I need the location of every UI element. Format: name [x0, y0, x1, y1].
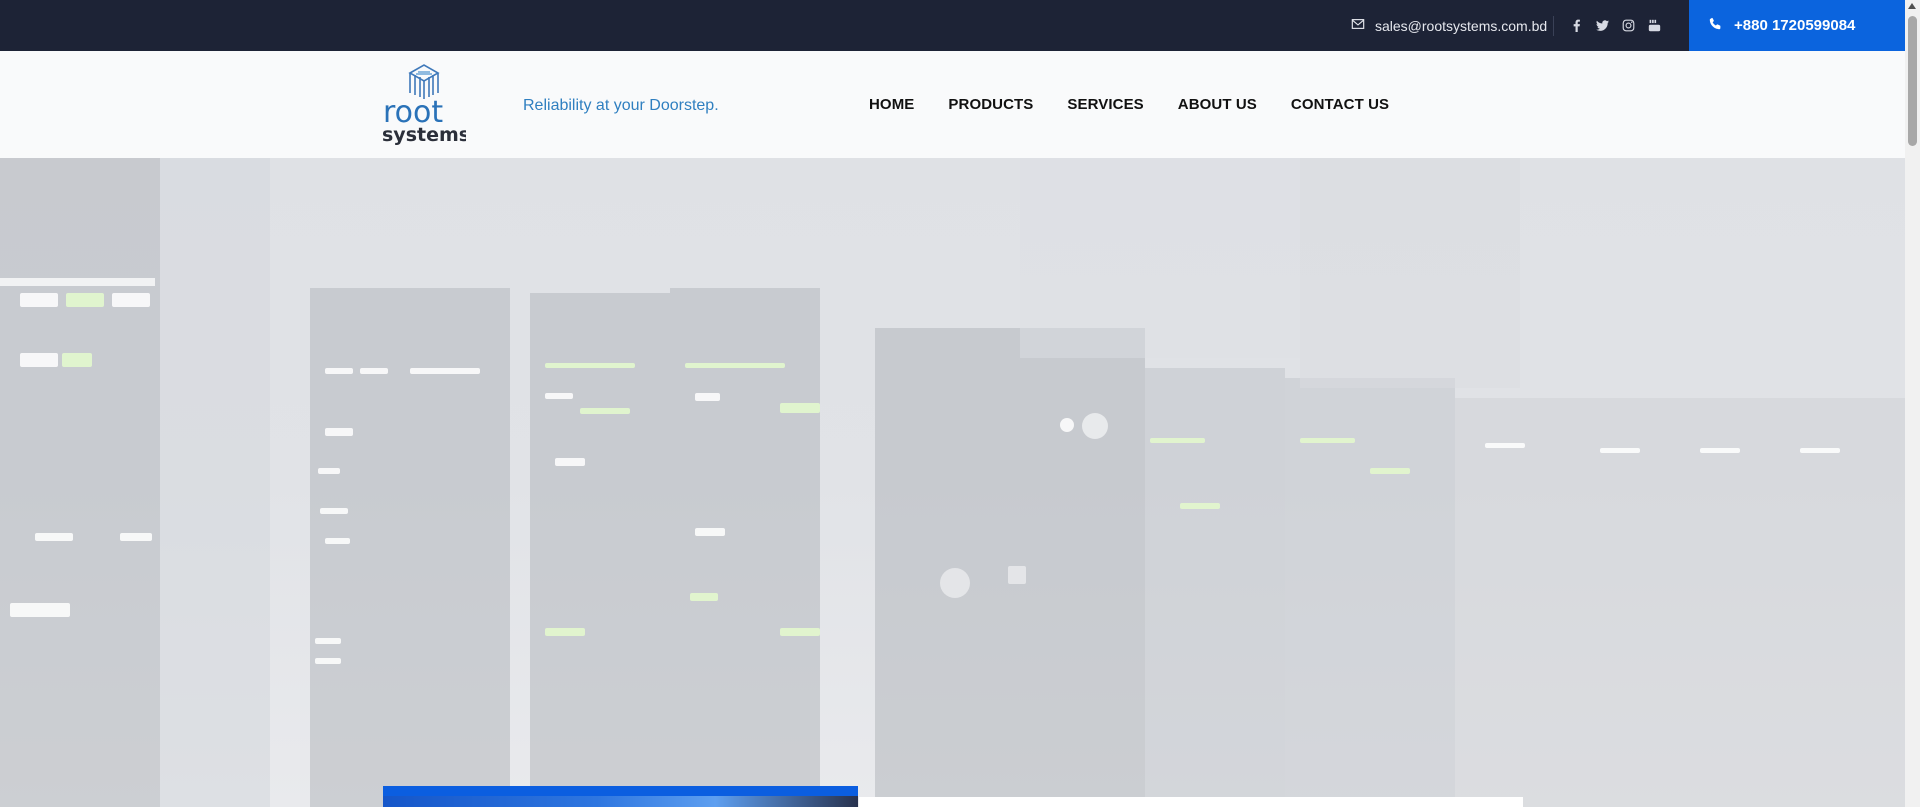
phone-button[interactable]: +880 1720599084	[1689, 0, 1905, 51]
youtube-icon[interactable]	[1648, 19, 1661, 32]
scroll-thumb[interactable]	[1908, 16, 1917, 146]
email-text: sales@rootsystems.com.bd	[1375, 17, 1548, 34]
nav-services[interactable]: SERVICES	[1067, 96, 1143, 113]
phone-icon	[1709, 17, 1722, 34]
scrollbar[interactable]	[1905, 0, 1920, 807]
social-links	[1570, 0, 1661, 51]
phone-number: +880 1720599084	[1734, 17, 1856, 34]
divider	[1553, 16, 1554, 36]
instagram-icon[interactable]	[1622, 19, 1635, 32]
nav-home[interactable]: HOME	[869, 96, 914, 113]
facebook-icon[interactable]	[1570, 19, 1583, 32]
feature-image-border	[383, 786, 858, 796]
email-link[interactable]: sales@rootsystems.com.bd	[1351, 0, 1547, 51]
tagline: Reliability at your Doorstep.	[523, 97, 719, 114]
scroll-up-arrow-icon[interactable]	[1908, 3, 1916, 9]
hero-background	[0, 158, 1905, 807]
main-nav: HOME PRODUCTS SERVICES ABOUT US CONTACT …	[869, 96, 1423, 113]
nav-about-us[interactable]: ABOUT US	[1178, 96, 1257, 113]
twitter-icon[interactable]	[1596, 19, 1609, 32]
top-bar: sales@rootsystems.com.bd +880 1720599084	[0, 0, 1905, 51]
site-header: root systems Reliability at your Doorste…	[0, 51, 1905, 158]
nav-contact-us[interactable]: CONTACT US	[1291, 96, 1389, 113]
envelope-icon	[1351, 17, 1365, 34]
nav-products[interactable]: PRODUCTS	[948, 96, 1033, 113]
logo-text-systems: systems	[382, 124, 466, 145]
content-card	[859, 797, 1523, 807]
site-logo[interactable]: root systems	[382, 63, 470, 146]
